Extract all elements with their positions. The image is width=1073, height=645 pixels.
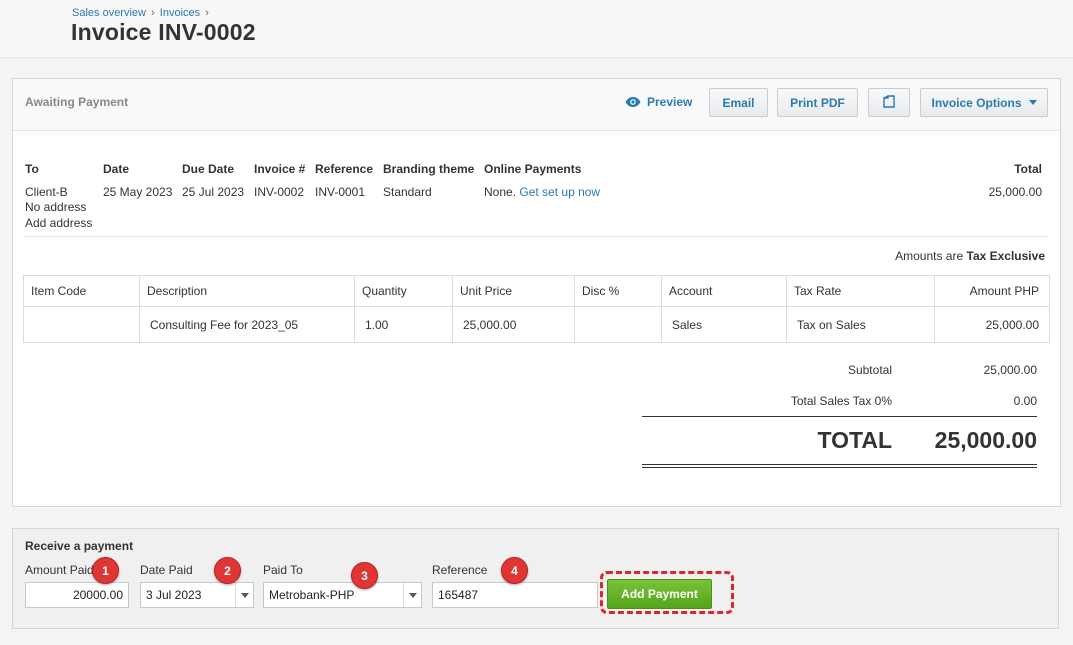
date-header: Date (103, 162, 130, 176)
column-header-disc: Disc % (574, 275, 662, 307)
page-title: Invoice INV-0002 (71, 19, 256, 45)
tax-label: Total Sales Tax 0% (790, 394, 892, 408)
branding-theme-header: Branding theme (383, 162, 475, 176)
cell-quantity: 1.00 (354, 306, 453, 343)
reference-label: Reference (432, 563, 488, 577)
client-link[interactable]: Client-B (25, 185, 68, 199)
grand-total-value: 25,000.00 (934, 427, 1037, 453)
copy-button[interactable] (868, 88, 910, 117)
get-set-up-link[interactable]: Get set up now (519, 185, 600, 199)
amounts-are-value: Tax Exclusive (966, 249, 1046, 263)
tax-value: 0.00 (1013, 394, 1037, 408)
column-header-amount: Amount PHP (934, 275, 1050, 307)
invoice-options-label: Invoice Options (931, 95, 1022, 110)
column-header-unit-price: Unit Price (452, 275, 575, 307)
column-header-quantity: Quantity (354, 275, 453, 307)
totals-double-line (642, 464, 1037, 465)
invoice-total-value: 25,000.00 (988, 185, 1042, 199)
invoice-number: INV-0002 (254, 185, 305, 199)
column-header-item-code: Item Code (23, 275, 140, 307)
step-badge-4: 4 (501, 557, 528, 584)
preview-button[interactable]: Preview (625, 95, 692, 109)
cell-unit-price: 25,000.00 (452, 306, 575, 343)
cell-disc (574, 306, 662, 343)
invoice-number-header: Invoice # (254, 162, 306, 176)
column-header-tax-rate: Tax Rate (786, 275, 935, 307)
breadcrumb-separator: › (205, 7, 209, 19)
date-paid-value: 3 Jul 2023 (146, 588, 202, 602)
cell-item-code (23, 306, 140, 343)
cell-description: Consulting Fee for 2023_05 (139, 306, 355, 343)
invoice-options-dropdown[interactable]: Invoice Options (920, 88, 1048, 117)
subtotal-value: 25,000.00 (983, 363, 1037, 377)
total-header: Total (1014, 162, 1042, 176)
paid-to-value: Metrobank-PHP (269, 588, 355, 602)
step-badge-3: 3 (351, 562, 378, 589)
due-date-header: Due Date (182, 162, 235, 176)
due-date: 25 Jul 2023 (182, 185, 245, 199)
table-header-row: Item Code Description Quantity Unit Pric… (23, 275, 1050, 307)
page-header: Sales overview › Invoices › Invoice INV-… (0, 0, 1073, 58)
calendar-dropdown-icon[interactable] (235, 583, 253, 607)
amount-paid-label: Amount Paid (25, 563, 94, 577)
invoice-date: 25 May 2023 (103, 185, 173, 199)
date-paid-label: Date Paid (140, 563, 193, 577)
amount-paid-input[interactable]: 20000.00 (25, 582, 129, 608)
amounts-are: Amounts are Tax Exclusive (895, 249, 1045, 263)
invoice-panel: Awaiting Payment Preview Email Print PDF… (12, 78, 1061, 507)
add-payment-button[interactable]: Add Payment (607, 579, 712, 609)
online-payments-header: Online Payments (484, 162, 582, 176)
breadcrumb: Sales overview › Invoices › (72, 7, 211, 19)
online-payments-none: None. (484, 185, 517, 199)
breadcrumb-invoices[interactable]: Invoices (160, 7, 200, 19)
receive-payment-title: Receive a payment (25, 539, 134, 553)
online-payments-value: None. Get set up now (484, 185, 600, 199)
cell-tax-rate: Tax on Sales (786, 306, 935, 343)
breadcrumb-sales-overview[interactable]: Sales overview (72, 7, 146, 19)
copy-icon (883, 95, 895, 108)
print-pdf-button[interactable]: Print PDF (777, 88, 858, 117)
email-button[interactable]: Email (709, 88, 768, 117)
subtotal-label: Subtotal (847, 363, 892, 377)
date-paid-input[interactable]: 3 Jul 2023 (140, 582, 254, 608)
invoice-toolbar: Awaiting Payment Preview Email Print PDF… (13, 79, 1060, 131)
totals-double-line (642, 467, 1037, 468)
step-badge-2: 2 (214, 557, 241, 584)
paid-to-label: Paid To (263, 563, 303, 577)
eye-icon (625, 97, 641, 107)
divider (25, 236, 1048, 237)
table-row[interactable]: Consulting Fee for 2023_05 1.00 25,000.0… (23, 306, 1050, 343)
grand-total-label: TOTAL (817, 427, 892, 453)
reference-value: INV-0001 (315, 185, 366, 199)
chevron-down-icon[interactable] (403, 583, 421, 607)
line-items-table: Item Code Description Quantity Unit Pric… (23, 275, 1050, 343)
no-address-text: No address (25, 200, 87, 214)
column-header-account: Account (661, 275, 787, 307)
add-address-link[interactable]: Add address (25, 216, 92, 230)
reference-header: Reference (315, 162, 374, 176)
branding-theme-value: Standard (383, 185, 432, 199)
receive-payment-panel: Receive a payment Amount Paid Date Paid … (12, 528, 1059, 629)
amounts-are-label: Amounts are (895, 249, 964, 263)
cell-account: Sales (661, 306, 787, 343)
status-label: Awaiting Payment (25, 95, 129, 109)
to-header: To (25, 162, 39, 176)
chevron-down-icon (1028, 100, 1037, 105)
reference-input[interactable]: 165487 (432, 582, 598, 608)
column-header-description: Description (139, 275, 355, 307)
preview-label: Preview (647, 95, 693, 109)
breadcrumb-separator: › (151, 7, 155, 19)
totals-divider (642, 416, 1037, 417)
step-badge-1: 1 (92, 557, 119, 584)
paid-to-select[interactable]: Metrobank-PHP (263, 582, 422, 608)
cell-amount: 25,000.00 (934, 306, 1050, 343)
